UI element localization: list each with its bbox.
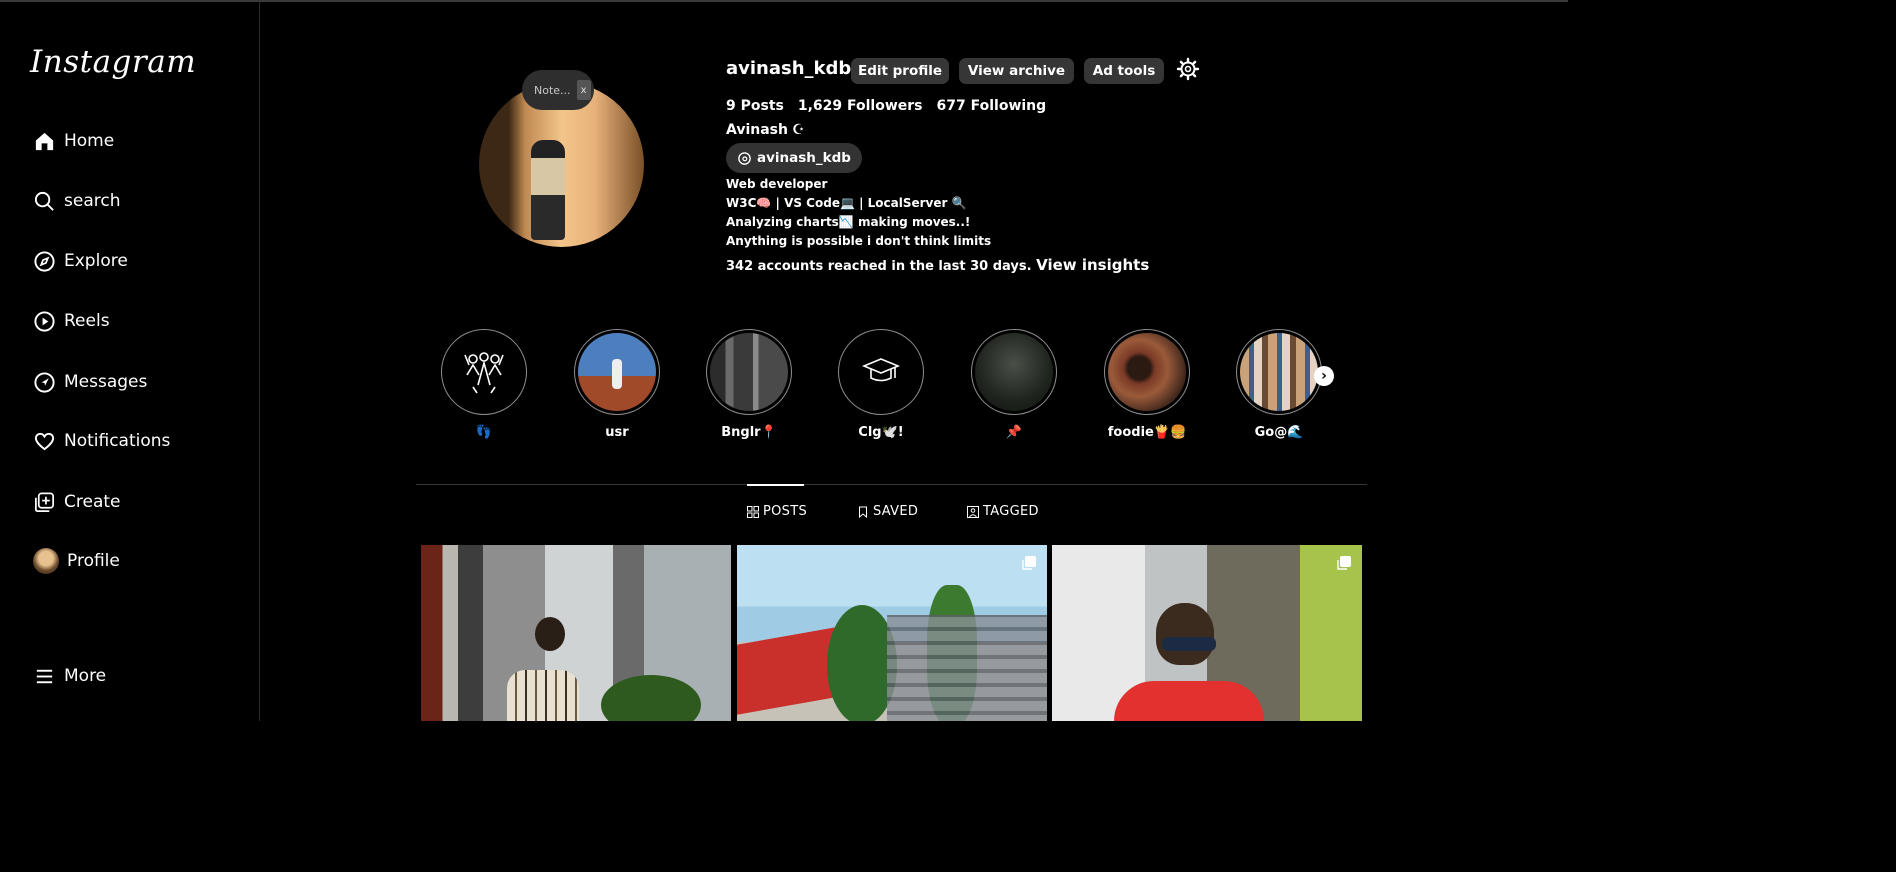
home-icon (35, 132, 54, 150)
view-insights-link[interactable]: View insights (1036, 256, 1149, 274)
post-thumbnail[interactable] (421, 545, 731, 721)
bio-line: Anything is possible i don't think limit… (726, 234, 992, 248)
avatar-person-figure (531, 140, 565, 240)
sidebar-item-label: Reels (64, 311, 110, 331)
highlight-label: 👣 (475, 425, 493, 440)
instagram-logo[interactable]: Instagram (30, 44, 196, 80)
edit-profile-button[interactable]: Edit profile (851, 58, 949, 84)
highlight-item[interactable]: Go@🌊 (1236, 329, 1322, 440)
sidebar-item-notifications[interactable]: Notifications (33, 427, 170, 455)
sidebar-item-label: Messages (64, 372, 148, 392)
following-count[interactable]: 677 Following (937, 98, 1047, 114)
highlight-item[interactable]: usr (574, 329, 660, 440)
sidebar-item-messages[interactable]: Messages (33, 368, 147, 396)
profile-bio: Web developer W3C🧠 | VS Code💻 | LocalSer… (726, 175, 991, 251)
sidebar-item-label: Profile (67, 551, 120, 571)
sidebar-item-label: Explore (64, 251, 128, 271)
reach-summary: 342 accounts reached in the last 30 days… (726, 256, 1149, 274)
highlight-item[interactable]: Bnglr📍 (706, 329, 792, 440)
active-tab-indicator (747, 484, 804, 486)
sidebar-item-explore[interactable]: Explore (33, 247, 128, 275)
sidebar-item-label: Create (64, 492, 121, 512)
highlight-cover (441, 329, 527, 415)
sidebar-item-create[interactable]: Create (33, 488, 121, 516)
graduation-cap-icon (861, 358, 901, 382)
profile-stats: 9 Posts 1,629 Followers 677 Following (726, 98, 1046, 114)
highlight-label: Clg🕊️! (858, 425, 904, 440)
sidebar-item-home[interactable]: Home (33, 127, 114, 155)
sidebar-item-more[interactable]: More (33, 662, 106, 690)
note-close-button[interactable]: x (576, 80, 591, 100)
multiple-posts-icon (1022, 556, 1036, 570)
highlight-item[interactable]: 👣 (441, 329, 527, 440)
play-circle-icon (34, 310, 55, 332)
highlight-cover (706, 329, 792, 415)
search-icon (34, 191, 54, 211)
sidebar-item-label: Notifications (64, 431, 171, 451)
bio-line: Web developer (726, 177, 828, 191)
sidebar-item-label: Home (64, 131, 115, 151)
multiple-posts-icon (1337, 556, 1351, 570)
highlight-cover (1236, 329, 1322, 415)
sidebar-item-search[interactable]: search (33, 187, 120, 215)
highlight-label: Bnglr📍 (721, 425, 777, 440)
tab-saved[interactable]: SAVED (857, 504, 918, 519)
profile-username: avinash_kdb (726, 58, 852, 79)
chevron-right-icon[interactable]: › (1314, 366, 1334, 386)
threads-badge[interactable]: avinash_kdb (726, 143, 862, 173)
highlight-item[interactable]: foodie🍟🍔 (1104, 329, 1190, 440)
gear-icon[interactable] (1176, 57, 1200, 81)
tab-label: TAGGED (983, 504, 1039, 519)
tab-label: POSTS (763, 504, 808, 519)
tabs-divider (416, 484, 1367, 485)
highlight-label: usr (605, 425, 629, 440)
highlight-label: Go@🌊 (1254, 425, 1304, 440)
ad-tools-button[interactable]: Ad tools (1084, 58, 1164, 84)
send-icon (34, 371, 55, 393)
tab-label: SAVED (873, 504, 919, 519)
highlight-label: 📌 (1005, 425, 1023, 440)
highlight-item[interactable]: 📌 (971, 329, 1057, 440)
sidebar-item-label: More (64, 666, 107, 686)
bookmark-icon (859, 506, 867, 518)
sidebar-item-label: search (64, 191, 121, 211)
tagged-user-icon (967, 505, 979, 518)
sidebar-item-profile[interactable]: Profile (33, 547, 120, 575)
name-symbol: ☪ (791, 122, 805, 138)
highlight-cover (1104, 329, 1190, 415)
note-text: Note... (534, 83, 571, 97)
sidebar: Instagram Home search Explore Reels Mess… (0, 2, 260, 721)
grid-icon (747, 505, 759, 518)
threads-handle: avinash_kdb (757, 150, 851, 166)
plus-square-icon (35, 492, 54, 512)
followers-count[interactable]: 1,629 Followers (798, 98, 923, 114)
highlight-cover (971, 329, 1057, 415)
menu-icon (36, 669, 53, 683)
posts-count: 9 Posts (726, 98, 784, 114)
friends-group-icon (464, 352, 504, 394)
tab-tagged[interactable]: TAGGED (967, 504, 1039, 519)
highlight-cover (838, 329, 924, 415)
tab-posts[interactable]: POSTS (747, 504, 807, 519)
full-name-text: Avinash (726, 122, 788, 138)
post-thumbnail[interactable] (1052, 545, 1362, 721)
profile-full-name: Avinash ☪ (726, 122, 805, 138)
threads-icon (738, 151, 751, 165)
highlight-item[interactable]: Clg🕊️! (838, 329, 924, 440)
heart-icon (34, 432, 55, 450)
sidebar-item-reels[interactable]: Reels (33, 307, 110, 335)
compass-icon (34, 250, 55, 272)
post-thumbnail[interactable] (737, 545, 1047, 721)
avatar (33, 548, 59, 574)
bio-line: W3C🧠 | VS Code💻 | LocalServer 🔍 (726, 196, 967, 210)
view-archive-button[interactable]: View archive (959, 58, 1074, 84)
highlight-label: foodie🍟🍔 (1107, 425, 1187, 440)
highlight-cover (574, 329, 660, 415)
bio-line: Analyzing charts📉 making moves..! (726, 215, 971, 229)
note-bubble[interactable]: Note... x (522, 70, 594, 110)
reach-text: 342 accounts reached in the last 30 days… (726, 259, 1032, 274)
